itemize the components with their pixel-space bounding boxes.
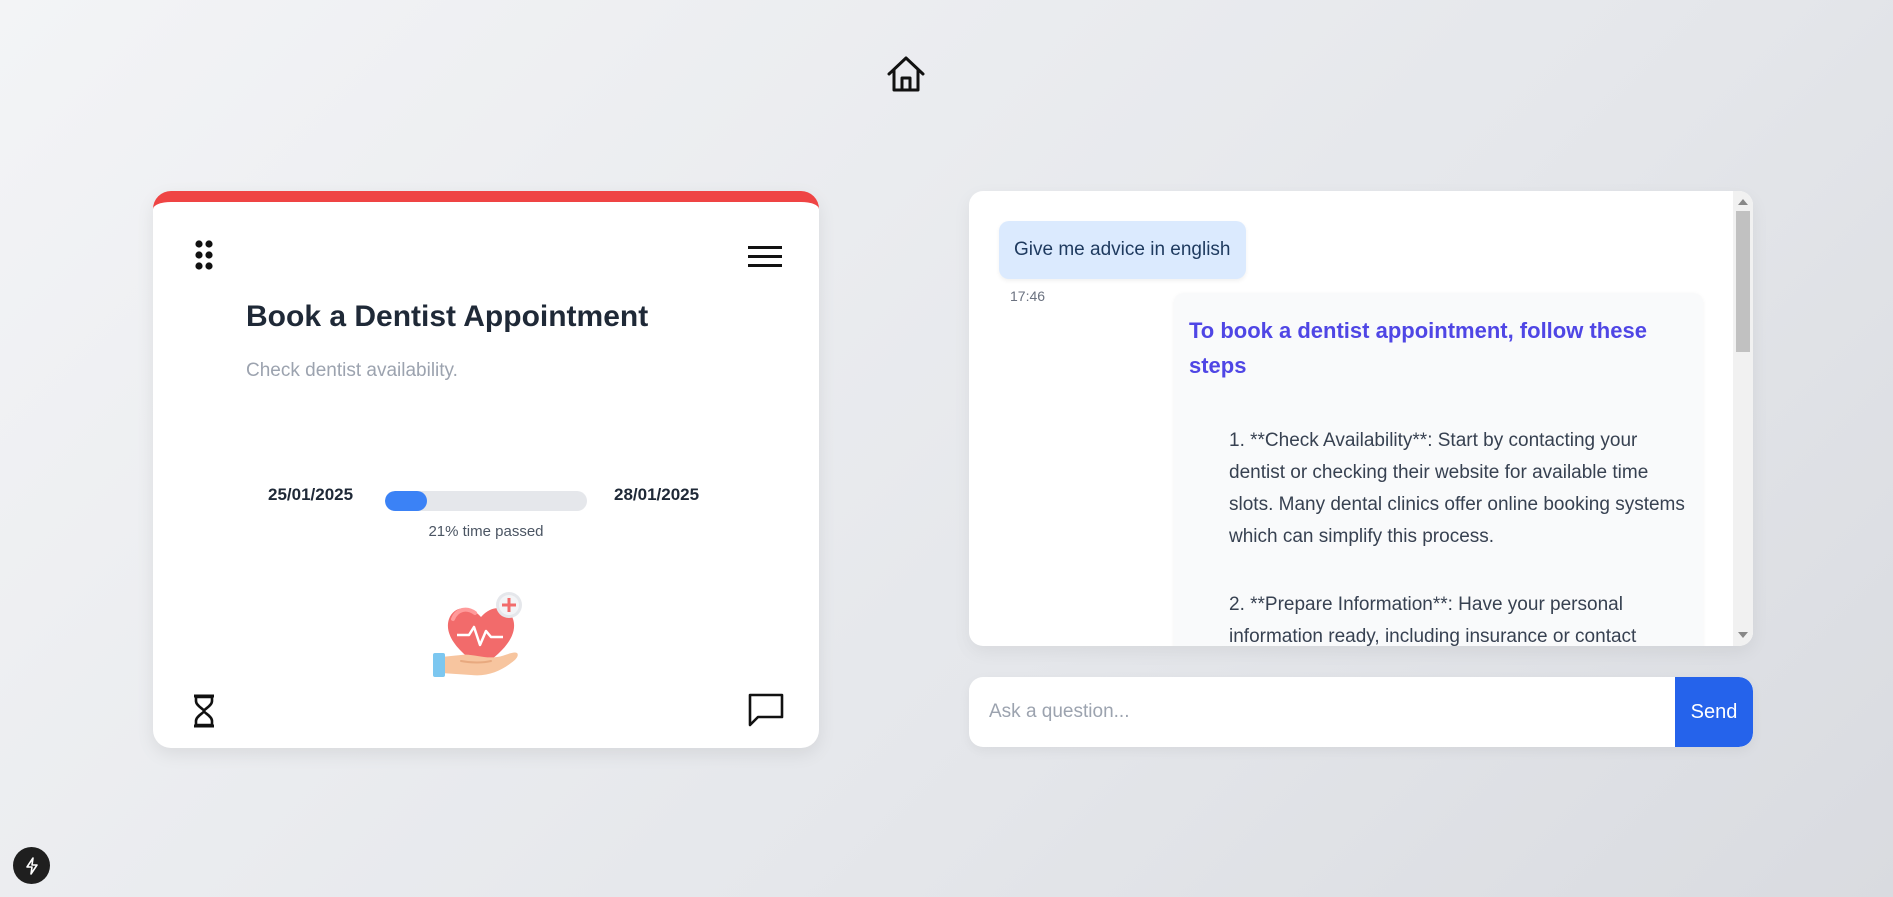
assistant-step: 1. **Check Availability**: Start by cont… xyxy=(1229,430,1685,547)
assistant-message: To book a dentist appointment, follow th… xyxy=(1174,293,1703,646)
assistant-heading: To book a dentist appointment, follow th… xyxy=(1189,318,1647,378)
home-button[interactable] xyxy=(884,52,928,96)
drag-handle-icon xyxy=(195,240,213,270)
hamburger-menu-icon xyxy=(748,246,782,267)
bolt-button[interactable] xyxy=(13,847,50,884)
hourglass-icon xyxy=(194,694,214,728)
chat-button[interactable] xyxy=(747,692,785,728)
chat-bubble-icon xyxy=(748,693,784,727)
task-card: Book a Dentist Appointment Check dentist… xyxy=(153,191,819,748)
home-icon xyxy=(887,56,925,92)
start-date: 25/01/2025 xyxy=(268,485,354,504)
assistant-step: 2. **Prepare Information**: Have your pe… xyxy=(1229,594,1637,646)
ask-bar: Send xyxy=(969,677,1753,747)
task-title: Book a Dentist Appointment xyxy=(246,300,649,333)
lightning-bolt-icon xyxy=(25,856,38,875)
scroll-up-arrow-icon[interactable] xyxy=(1738,199,1748,205)
scroll-down-arrow-icon[interactable] xyxy=(1738,632,1748,638)
chat-messages[interactable]: Give me advice in english 17:46 To book … xyxy=(969,191,1733,646)
heart-in-hand-illustration xyxy=(431,589,531,689)
scrollbar-thumb[interactable] xyxy=(1736,211,1750,352)
question-input[interactable] xyxy=(969,677,1675,747)
chat-panel: Give me advice in english 17:46 To book … xyxy=(969,191,1753,646)
chat-scrollbar[interactable] xyxy=(1733,191,1753,646)
send-button[interactable]: Send xyxy=(1675,677,1753,747)
drag-handle[interactable] xyxy=(193,240,215,270)
menu-button[interactable] xyxy=(747,244,783,270)
user-message: Give me advice in english xyxy=(999,221,1246,279)
message-timestamp: 17:46 xyxy=(1010,288,1046,304)
task-subtitle: Check dentist availability. xyxy=(246,360,458,381)
hourglass-button[interactable] xyxy=(191,694,217,728)
end-date: 28/01/2025 xyxy=(614,485,700,504)
time-progress-bar xyxy=(385,491,587,511)
progress-label: 21% time passed xyxy=(428,523,544,540)
progress-fill xyxy=(385,491,428,511)
